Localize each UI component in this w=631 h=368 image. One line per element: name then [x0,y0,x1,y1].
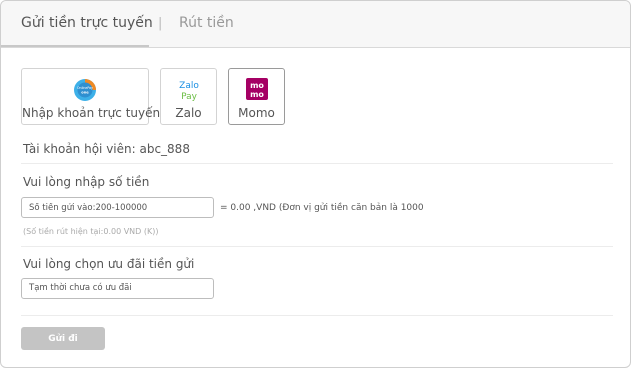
method-momo-label: Momo [238,106,275,120]
method-zalo[interactable]: Zalo Pay Zalo [160,68,217,125]
svg-text:mo: mo [250,81,264,90]
method-momo[interactable]: mo mo Momo [228,68,285,125]
svg-text:mo: mo [250,90,264,99]
promo-section-label: Vui lòng chọn ưu đãi tiền gửi [23,257,195,271]
method-zalo-label: Zalo [175,106,202,120]
tab-separator: | [158,16,163,31]
amount-input[interactable] [21,197,214,218]
promo-select[interactable]: Tạm thời chưa có ưu đãi [21,278,214,299]
zalopay-icon: Zalo Pay [177,78,201,106]
online-bank-icon: OnlinePay one [73,78,97,106]
tab-deposit[interactable]: Gửi tiền trực tuyến [21,15,153,31]
amount-section-label: Vui lòng nhập số tiền [23,175,150,189]
current-balance-note: (Số tiền rút hiện tại:0.00 VND (K)) [23,227,159,236]
svg-text:Zalo: Zalo [179,81,199,91]
method-online-bank-label: Nhập khoản trực tuyến [22,106,161,120]
svg-text:Pay: Pay [181,92,198,102]
momo-icon: mo mo [245,78,268,104]
amount-conversion-text: = 0.00 ,VND (Đơn vị gửi tiền căn bản là … [220,203,424,213]
tab-withdraw[interactable]: Rút tiền [179,15,234,31]
svg-text:OnlinePay: OnlinePay [77,86,93,90]
deposit-panel: Gửi tiền trực tuyến | Rút tiền OnlinePay… [0,0,631,368]
divider-1 [21,163,613,164]
tab-bar: Gửi tiền trực tuyến | Rút tiền [1,1,630,48]
submit-button[interactable]: Gửi đi [21,327,105,350]
active-tab-underline [1,45,149,47]
divider-2 [21,246,613,247]
method-online-bank[interactable]: OnlinePay one Nhập khoản trực tuyến [21,68,161,125]
member-account-label: Tài khoản hội viên: abc_888 [23,142,190,156]
divider-3 [21,315,613,316]
svg-text:one: one [81,91,89,95]
